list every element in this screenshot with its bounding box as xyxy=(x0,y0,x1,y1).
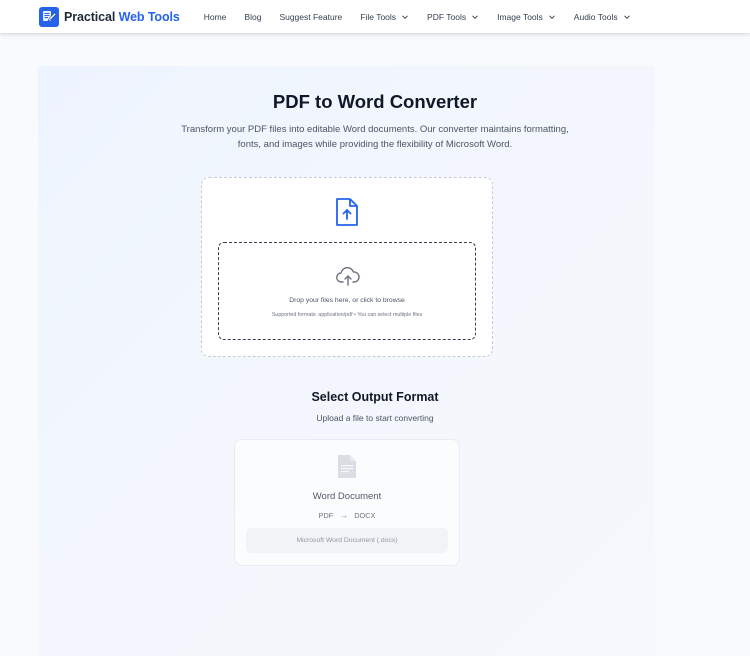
logo[interactable]: Practical Web Tools xyxy=(39,6,180,27)
nav-suggest-feature[interactable]: Suggest Feature xyxy=(279,12,342,22)
nav-blog[interactable]: Blog xyxy=(244,12,261,22)
chevron-down-icon xyxy=(623,14,630,19)
wrench-icon xyxy=(39,6,59,27)
format-name: Word Document xyxy=(312,491,382,502)
output-format-subtitle: Upload a file to start converting xyxy=(316,413,434,423)
nav-links: Home Blog Suggest Feature File Tools PDF… xyxy=(204,12,649,22)
content-panel xyxy=(38,66,655,656)
cloud-upload-icon xyxy=(336,267,360,286)
nav-image-tools[interactable]: Image Tools xyxy=(497,12,556,22)
format-card-word[interactable]: Word Document PDF → DOCX Microsoft Word … xyxy=(234,439,460,566)
nav-pdf-tools[interactable]: PDF Tools xyxy=(427,12,479,22)
conversion-path: PDF → DOCX xyxy=(235,510,459,520)
chevron-down-icon xyxy=(548,14,555,19)
nav-file-tools[interactable]: File Tools xyxy=(360,12,409,22)
to-format: DOCX xyxy=(354,510,376,520)
nav-home[interactable]: Home xyxy=(204,12,227,22)
brand-name: Practical Web Tools xyxy=(64,9,180,24)
format-description: Microsoft Word Document (.docx) xyxy=(246,528,448,553)
chevron-down-icon xyxy=(402,14,408,19)
chevron-down-icon xyxy=(472,14,478,19)
navbar: Practical Web Tools Home Blog Suggest Fe… xyxy=(0,0,750,33)
page-description: Transform your PDF files into editable W… xyxy=(181,124,569,150)
from-format: PDF xyxy=(318,510,334,520)
page-title: PDF to Word Converter xyxy=(272,91,478,112)
file-upload-icon xyxy=(336,198,358,226)
upload-card: Drop your files here, or click to browse… xyxy=(201,177,493,357)
document-icon xyxy=(338,455,356,478)
dropzone-text: Drop your files here, or click to browse xyxy=(289,297,405,304)
arrow-right-icon: → xyxy=(339,510,349,520)
output-format-title: Select Output Format xyxy=(311,390,439,404)
file-dropzone[interactable]: Drop your files here, or click to browse… xyxy=(218,242,476,340)
supported-formats-text: Supported formats: application/pdf • You… xyxy=(271,312,423,318)
nav-audio-tools[interactable]: Audio Tools xyxy=(574,12,631,22)
